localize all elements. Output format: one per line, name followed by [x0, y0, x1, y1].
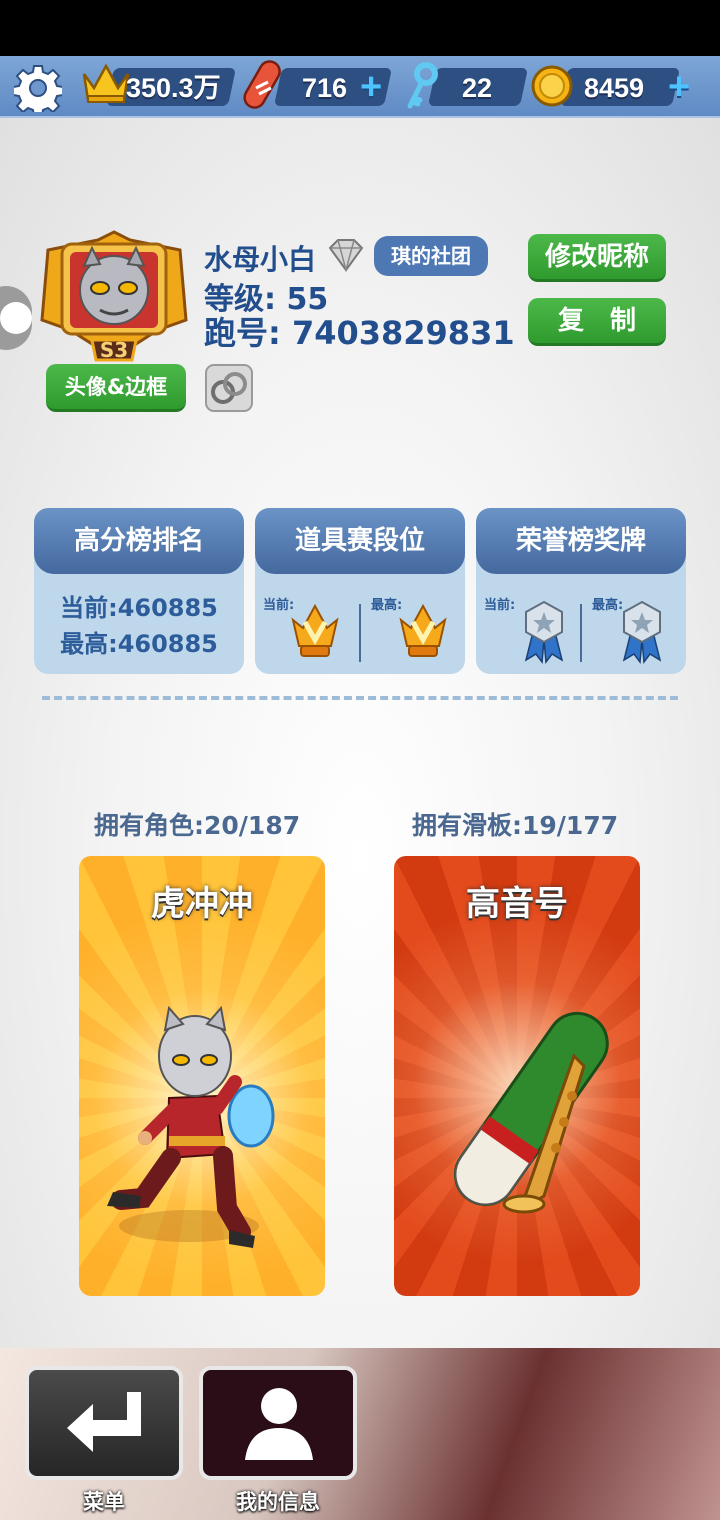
coin-count: 8459: [584, 73, 645, 103]
my-info-label: 我的信息: [236, 1490, 320, 1514]
crown-icon: [82, 63, 130, 103]
gold-trophy-icon: [291, 603, 339, 657]
menu-button[interactable]: [25, 1366, 183, 1480]
status-bar: [0, 0, 720, 56]
silver-medal-icon: [524, 600, 564, 664]
item-race-tier-card[interactable]: 道具赛段位 当前: 最高:: [255, 508, 465, 674]
trumpet-board-icon: [453, 1011, 609, 1214]
card-title: 道具赛段位: [255, 508, 465, 574]
return-arrow-icon: [67, 1392, 141, 1452]
divider: [359, 604, 361, 662]
coin-icon: [531, 65, 573, 107]
card-title: 荣誉榜奖牌: [476, 508, 686, 574]
rename-button[interactable]: 修改昵称: [528, 234, 666, 282]
add-coins-button[interactable]: +: [668, 68, 690, 106]
section-divider: [42, 696, 678, 700]
gold-trophy-icon: [399, 603, 447, 657]
avatar-frame-button[interactable]: 头像&边框: [46, 364, 186, 412]
avatar[interactable]: S3: [40, 230, 188, 365]
key-count: 22: [462, 73, 493, 103]
player-name: 水母小白: [204, 243, 317, 276]
side-drawer-handle[interactable]: [0, 286, 32, 350]
key-icon: [407, 62, 438, 109]
honor-medal-card[interactable]: 荣誉榜奖牌 当前: 最高:: [476, 508, 686, 674]
card-title: 高分榜排名: [34, 508, 244, 574]
owned-characters-count: 拥有角色:20/187: [94, 811, 301, 840]
diamond-rank-icon: [328, 239, 364, 272]
best-label: 最高:: [592, 598, 624, 613]
season-badge: S3: [100, 338, 128, 362]
character-name: 虎冲冲: [151, 884, 253, 924]
best-rank: 最高:460885: [60, 630, 218, 658]
club-tag[interactable]: 琪的社团: [374, 236, 488, 276]
current-rank: 当前:460885: [60, 594, 218, 622]
copy-id-button[interactable]: 复 制: [528, 298, 666, 346]
silver-medal-icon: [622, 600, 662, 664]
emote-rings-icon[interactable]: [205, 364, 253, 412]
character-figure-icon: [107, 1005, 275, 1248]
leaderboard-rank-card[interactable]: 高分榜排名 当前:460885 最高:460885: [34, 508, 244, 674]
bottom-nav: 菜单 我的信息: [0, 1348, 720, 1520]
settings-gear-icon[interactable]: [14, 64, 62, 112]
user-profile-icon: [245, 1388, 313, 1460]
board-name: 高音号: [466, 884, 568, 924]
my-info-button[interactable]: [199, 1366, 357, 1480]
current-label: 当前:: [484, 598, 516, 613]
character-showcase-card[interactable]: 虎冲冲: [79, 856, 325, 1296]
run-id: 跑号: 7403829831: [204, 314, 515, 352]
board-count: 716: [302, 73, 348, 103]
add-boards-button[interactable]: +: [360, 68, 382, 106]
owned-boards-count: 拥有滑板:19/177: [412, 811, 619, 840]
divider: [580, 604, 582, 662]
profile-panel: S3 头像&边框 水母小白 琪的社团 等级: 55 跑号: 7403829831…: [0, 118, 720, 1348]
hoverboard-icon: [243, 60, 281, 109]
currency-bar: 350.3万 716 + 22 8459 +: [0, 56, 720, 118]
menu-label: 菜单: [83, 1490, 125, 1514]
board-showcase-card[interactable]: 高音号: [394, 856, 640, 1296]
crown-count: 350.3万: [126, 73, 221, 103]
